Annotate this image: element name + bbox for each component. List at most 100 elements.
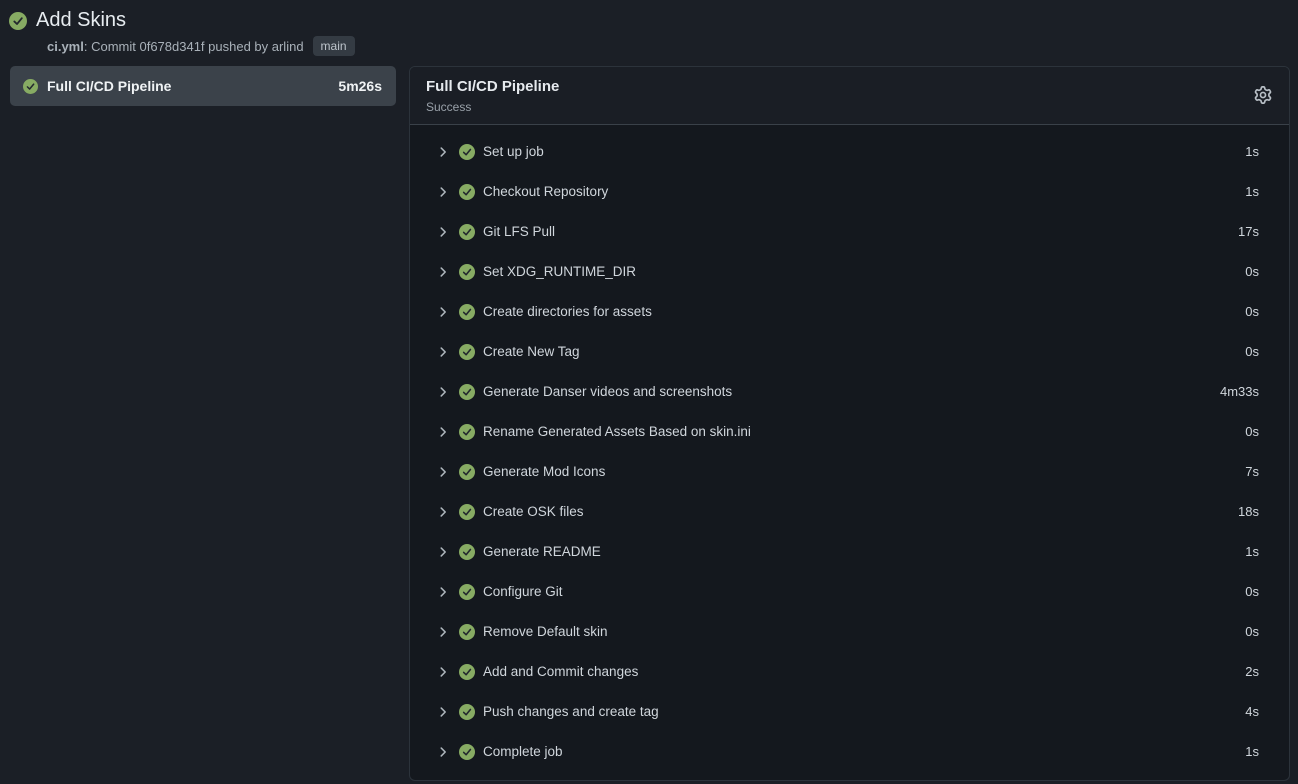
step-row[interactable]: Checkout Repository 1s: [410, 172, 1289, 212]
step-duration: 0s: [1245, 344, 1259, 359]
step-name: Rename Generated Assets Based on skin.in…: [483, 424, 751, 439]
step-duration: 0s: [1245, 304, 1259, 319]
step-duration: 1s: [1245, 144, 1259, 159]
check-circle-icon: [459, 344, 475, 360]
step-duration: 7s: [1245, 464, 1259, 479]
check-circle-icon: [459, 744, 475, 760]
run-description: ci.yml: Commit 0f678d341f pushed by arli…: [47, 39, 304, 54]
chevron-right-icon[interactable]: [436, 665, 450, 679]
run-title-row: Add Skins: [9, 8, 1288, 33]
step-name: Create OSK files: [483, 504, 584, 519]
check-circle-icon: [459, 184, 475, 200]
check-circle-icon: [459, 304, 475, 320]
step-row[interactable]: Generate Mod Icons 7s: [410, 452, 1289, 492]
commit-description: : Commit 0f678d341f pushed by arlind: [84, 39, 304, 54]
step-row[interactable]: Remove Default skin 0s: [410, 612, 1289, 652]
check-circle-icon: [459, 224, 475, 240]
step-name: Configure Git: [483, 584, 563, 599]
step-name: Push changes and create tag: [483, 704, 659, 719]
chevron-right-icon[interactable]: [436, 585, 450, 599]
step-name: Set up job: [483, 144, 544, 159]
step-name: Complete job: [483, 744, 563, 759]
step-name: Set XDG_RUNTIME_DIR: [483, 264, 636, 279]
step-row[interactable]: Git LFS Pull 17s: [410, 212, 1289, 252]
step-duration: 0s: [1245, 584, 1259, 599]
step-duration: 1s: [1245, 544, 1259, 559]
check-circle-icon: [459, 384, 475, 400]
chevron-right-icon[interactable]: [436, 145, 450, 159]
step-list: Set up job 1s Checkout Repository 1s: [410, 125, 1289, 780]
chevron-right-icon[interactable]: [436, 505, 450, 519]
step-row[interactable]: Create directories for assets 0s: [410, 292, 1289, 332]
step-row[interactable]: Push changes and create tag 4s: [410, 692, 1289, 732]
check-circle-icon: [9, 12, 27, 30]
check-circle-icon: [23, 79, 38, 94]
job-duration: 5m26s: [338, 78, 382, 94]
check-circle-icon: [459, 264, 475, 280]
job-title: Full CI/CD Pipeline: [426, 78, 1273, 97]
step-row[interactable]: Generate README 1s: [410, 532, 1289, 572]
chevron-right-icon[interactable]: [436, 385, 450, 399]
step-name: Generate Mod Icons: [483, 464, 605, 479]
step-duration: 2s: [1245, 664, 1259, 679]
step-row[interactable]: Configure Git 0s: [410, 572, 1289, 612]
workflow-file-name: ci.yml: [47, 39, 84, 54]
job-detail-panel: Full CI/CD Pipeline Success Set up job 1…: [409, 66, 1290, 781]
chevron-right-icon[interactable]: [436, 225, 450, 239]
step-duration: 1s: [1245, 744, 1259, 759]
step-name: Git LFS Pull: [483, 224, 555, 239]
step-name: Generate README: [483, 544, 601, 559]
step-duration: 0s: [1245, 624, 1259, 639]
check-circle-icon: [459, 504, 475, 520]
check-circle-icon: [459, 584, 475, 600]
run-content: Full CI/CD Pipeline 5m26s Full CI/CD Pip…: [0, 62, 1298, 781]
step-row[interactable]: Complete job 1s: [410, 732, 1289, 772]
sidebar-job-item[interactable]: Full CI/CD Pipeline 5m26s: [10, 66, 396, 106]
check-circle-icon: [459, 464, 475, 480]
step-duration: 0s: [1245, 264, 1259, 279]
check-circle-icon: [459, 144, 475, 160]
chevron-right-icon[interactable]: [436, 465, 450, 479]
check-circle-icon: [459, 424, 475, 440]
chevron-right-icon[interactable]: [436, 185, 450, 199]
step-name: Checkout Repository: [483, 184, 608, 199]
chevron-right-icon[interactable]: [436, 425, 450, 439]
step-row[interactable]: Create New Tag 0s: [410, 332, 1289, 372]
chevron-right-icon[interactable]: [436, 305, 450, 319]
check-circle-icon: [459, 704, 475, 720]
step-row[interactable]: Add and Commit changes 2s: [410, 652, 1289, 692]
step-duration: 18s: [1238, 504, 1259, 519]
jobs-sidebar: Full CI/CD Pipeline 5m26s: [10, 66, 396, 106]
branch-badge[interactable]: main: [313, 36, 355, 56]
step-name: Generate Danser videos and screenshots: [483, 384, 732, 399]
chevron-right-icon[interactable]: [436, 345, 450, 359]
chevron-right-icon[interactable]: [436, 265, 450, 279]
run-subtitle: ci.yml: Commit 0f678d341f pushed by arli…: [47, 36, 1288, 56]
check-circle-icon: [459, 544, 475, 560]
step-row[interactable]: Generate Danser videos and screenshots 4…: [410, 372, 1289, 412]
run-header: Add Skins ci.yml: Commit 0f678d341f push…: [0, 0, 1298, 62]
step-duration: 1s: [1245, 184, 1259, 199]
check-circle-icon: [459, 664, 475, 680]
step-duration: 4s: [1245, 704, 1259, 719]
step-name: Add and Commit changes: [483, 664, 638, 679]
step-row[interactable]: Set up job 1s: [410, 132, 1289, 172]
chevron-right-icon[interactable]: [436, 705, 450, 719]
step-name: Create New Tag: [483, 344, 580, 359]
job-detail-header: Full CI/CD Pipeline Success: [410, 67, 1289, 125]
page-title: Add Skins: [36, 8, 126, 33]
job-settings-button[interactable]: [1252, 84, 1274, 106]
step-name: Create directories for assets: [483, 304, 652, 319]
job-status-text: Success: [426, 100, 1273, 114]
check-circle-icon: [459, 624, 475, 640]
step-row[interactable]: Set XDG_RUNTIME_DIR 0s: [410, 252, 1289, 292]
chevron-right-icon[interactable]: [436, 625, 450, 639]
job-name: Full CI/CD Pipeline: [47, 78, 171, 94]
step-duration: 17s: [1238, 224, 1259, 239]
step-duration: 4m33s: [1220, 384, 1259, 399]
chevron-right-icon[interactable]: [436, 545, 450, 559]
step-name: Remove Default skin: [483, 624, 608, 639]
step-row[interactable]: Rename Generated Assets Based on skin.in…: [410, 412, 1289, 452]
step-row[interactable]: Create OSK files 18s: [410, 492, 1289, 532]
chevron-right-icon[interactable]: [436, 745, 450, 759]
